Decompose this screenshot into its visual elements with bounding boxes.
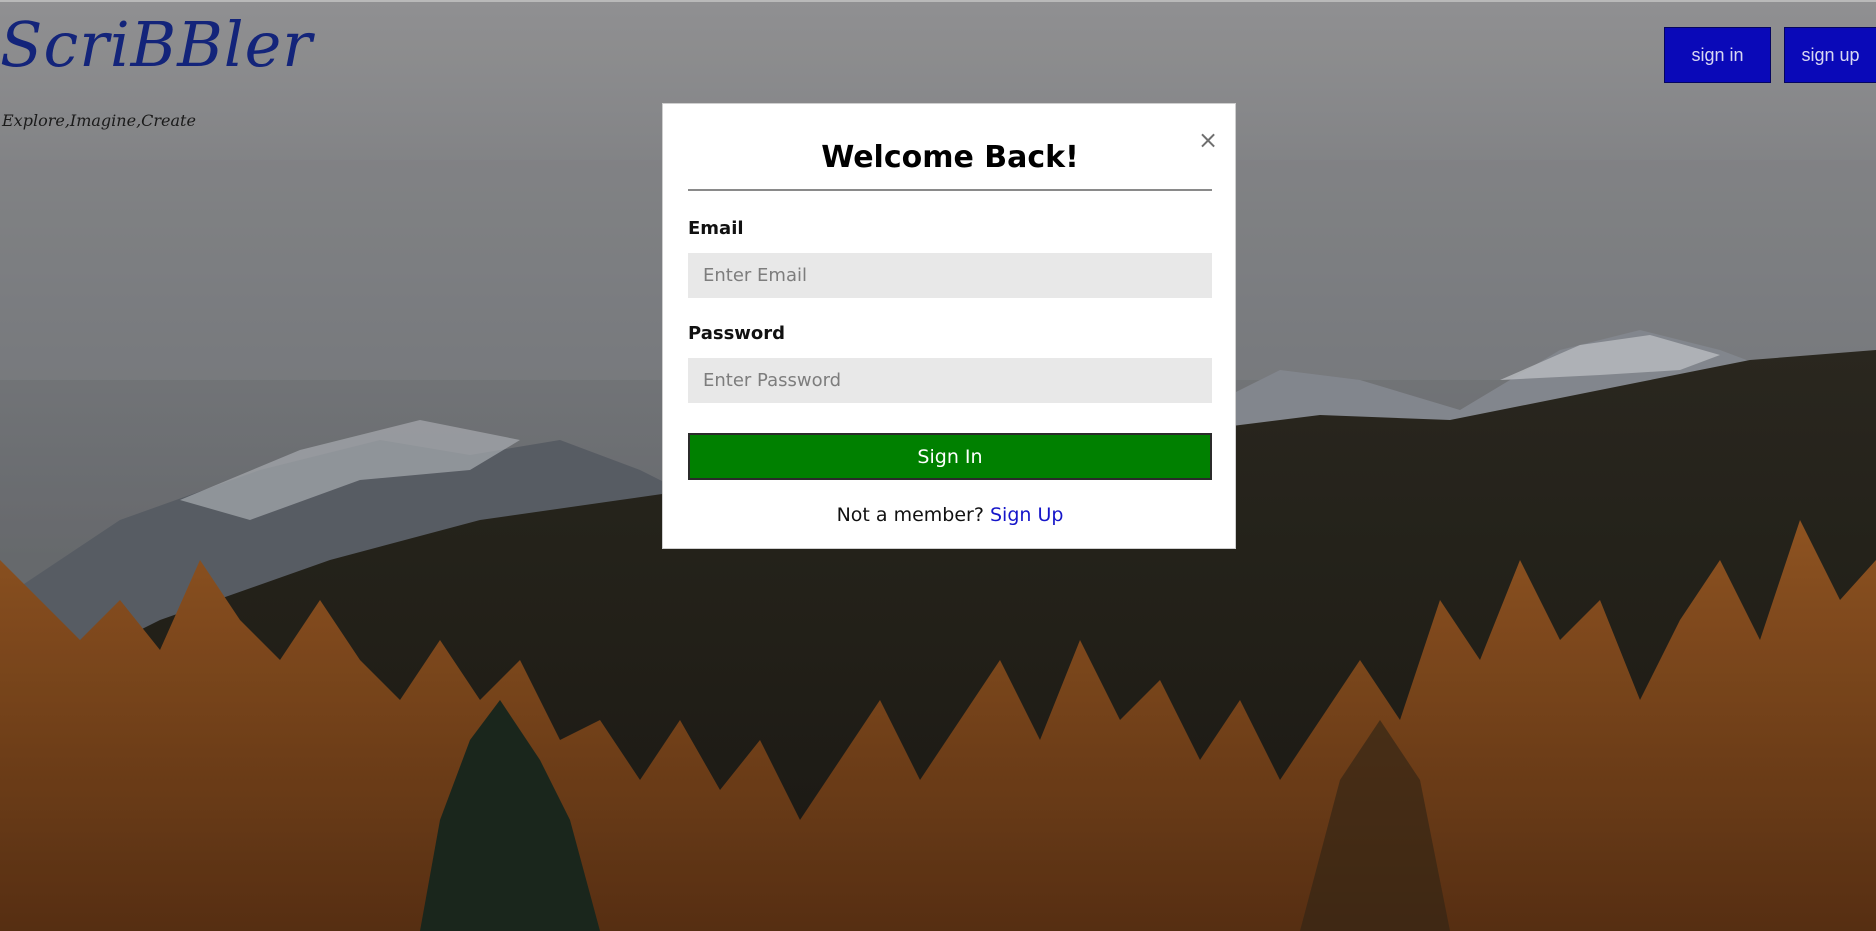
- email-field[interactable]: [688, 253, 1212, 298]
- signup-prompt: Not a member? Sign Up: [663, 504, 1237, 526]
- top-border-line: [0, 0, 1876, 2]
- header-signup-button[interactable]: sign up: [1784, 27, 1876, 83]
- email-label: Email: [688, 218, 744, 239]
- password-label: Password: [688, 323, 786, 344]
- brand-logo[interactable]: ScriBBler: [0, 14, 313, 76]
- signup-link[interactable]: Sign Up: [990, 504, 1063, 526]
- sign-in-submit-button[interactable]: Sign In: [688, 433, 1212, 480]
- modal-title: Welcome Back!: [821, 140, 1079, 175]
- signup-prompt-text: Not a member?: [836, 504, 984, 526]
- title-divider: [688, 189, 1212, 191]
- login-modal: × Welcome Back! Email Password Sign In N…: [662, 103, 1236, 549]
- brand-tagline: Explore,Imagine,Create: [2, 111, 196, 130]
- header-signin-button[interactable]: sign in: [1664, 27, 1771, 83]
- password-field[interactable]: [688, 358, 1212, 403]
